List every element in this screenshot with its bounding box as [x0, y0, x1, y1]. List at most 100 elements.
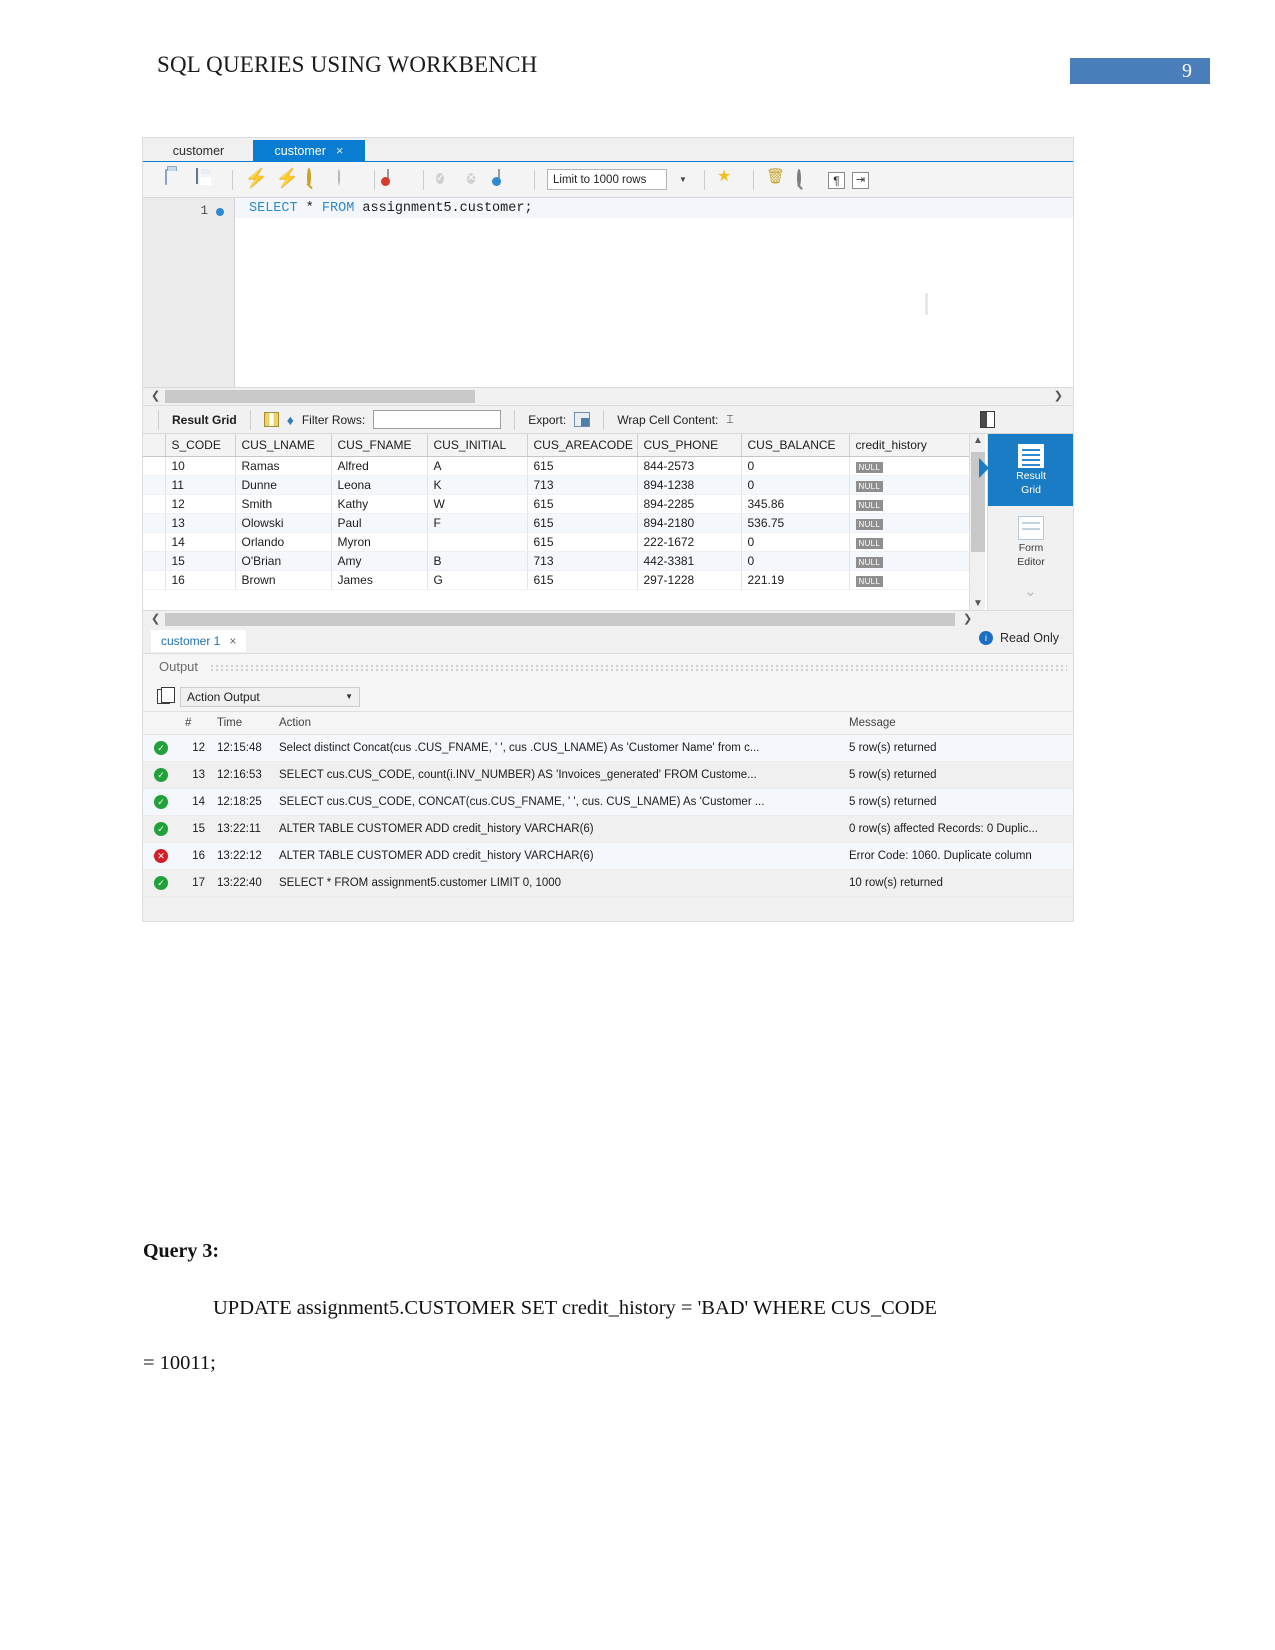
- sql-code-area[interactable]: SELECT * FROM assignment5.customer;: [235, 198, 1073, 387]
- cell-cus-areacode[interactable]: 713: [527, 475, 638, 495]
- col-header-cus-fname[interactable]: CUS_FNAME: [331, 434, 428, 457]
- cell-cus-code[interactable]: 16: [165, 570, 236, 590]
- cell-credit-history[interactable]: NULL: [849, 456, 978, 476]
- cell-cus-balance[interactable]: 0: [741, 532, 850, 552]
- scroll-right-icon[interactable]: ❯: [963, 612, 972, 625]
- table-row[interactable]: 10 Ramas Alfred A 615 844-2573 0 NULL: [143, 456, 978, 476]
- cell-cus-balance[interactable]: 221.19: [741, 570, 850, 590]
- cell-cus-code[interactable]: 11: [165, 475, 236, 495]
- cell-cus-lname[interactable]: Olowski: [235, 513, 332, 533]
- col-header-credit-history[interactable]: credit_history: [849, 434, 978, 457]
- editor-tab-customer-2[interactable]: customer ×: [253, 140, 365, 162]
- wrap-cell-icon[interactable]: ⌶: [726, 412, 733, 427]
- cell-cus-initial[interactable]: G: [427, 570, 528, 590]
- cell-cus-balance[interactable]: 536.75: [741, 513, 850, 533]
- col-header-cus-code[interactable]: S_CODE: [165, 434, 236, 457]
- beautify-star-icon[interactable]: ★: [717, 168, 741, 193]
- cell-cus-fname[interactable]: Leona: [331, 475, 428, 495]
- scroll-right-icon[interactable]: ❯: [1054, 389, 1063, 402]
- cell-credit-history[interactable]: NULL: [849, 513, 978, 533]
- scrollbar-thumb[interactable]: [165, 613, 955, 626]
- list-item[interactable]: ✓ 17 13:22:40 SELECT * FROM assignment5.…: [143, 869, 1073, 897]
- filter-icon[interactable]: ♦: [287, 412, 294, 428]
- explain-magnifier-icon[interactable]: [307, 167, 331, 192]
- open-folder-icon[interactable]: [165, 168, 189, 192]
- row-marker[interactable]: [143, 532, 166, 552]
- scroll-up-icon[interactable]: ▲: [973, 435, 983, 446]
- table-row[interactable]: 14 Orlando Myron 615 222-1672 0 NULL: [143, 532, 978, 552]
- cell-cus-fname[interactable]: Kathy: [331, 494, 428, 514]
- row-marker[interactable]: [143, 570, 166, 590]
- wrap-lines-icon[interactable]: ⇥: [852, 172, 869, 189]
- cell-cus-lname[interactable]: O'Brian: [235, 551, 332, 571]
- cell-credit-history[interactable]: NULL: [849, 475, 978, 495]
- save-icon[interactable]: [196, 167, 220, 192]
- cell-credit-history[interactable]: NULL: [849, 551, 978, 571]
- scroll-left-icon[interactable]: ❮: [151, 389, 160, 402]
- toggle-side-panel-icon[interactable]: [980, 411, 995, 428]
- cell-cus-lname[interactable]: Ramas: [235, 456, 332, 476]
- cell-cus-fname[interactable]: James: [331, 570, 428, 590]
- table-row[interactable]: 16 Brown James G 615 297-1228 221.19 NUL…: [143, 570, 978, 590]
- execute-bolt-icon[interactable]: ⚡: [245, 169, 269, 193]
- cell-credit-history[interactable]: NULL: [849, 570, 978, 590]
- chevron-down-icon[interactable]: ▼: [674, 169, 692, 190]
- cell-cus-fname[interactable]: Paul: [331, 513, 428, 533]
- editor-horizontal-scrollbar[interactable]: ❮ ❯: [143, 388, 1073, 406]
- toggle-schema-icon[interactable]: [387, 168, 411, 192]
- cell-cus-code[interactable]: 12: [165, 494, 236, 514]
- side-panel-form-editor[interactable]: Form Editor: [988, 506, 1073, 578]
- copy-icon[interactable]: [157, 687, 175, 704]
- row-marker[interactable]: [143, 513, 166, 533]
- cell-cus-lname[interactable]: Dunne: [235, 475, 332, 495]
- close-icon[interactable]: ×: [229, 630, 236, 652]
- rollback-icon[interactable]: ✕: [467, 168, 491, 192]
- cell-cus-areacode[interactable]: 713: [527, 551, 638, 571]
- row-marker[interactable]: [143, 456, 166, 476]
- chevron-down-icon[interactable]: ▼: [345, 692, 353, 701]
- cell-cus-initial[interactable]: [427, 532, 528, 552]
- col-header-cus-areacode[interactable]: CUS_AREACODE: [527, 434, 638, 457]
- close-icon[interactable]: ×: [336, 140, 344, 162]
- chevron-down-icon[interactable]: ⌄: [988, 582, 1073, 600]
- table-row[interactable]: 15 O'Brian Amy B 713 442-3381 0 NULL: [143, 551, 978, 571]
- output-type-select[interactable]: Action Output ▼: [180, 686, 360, 707]
- cell-cus-phone[interactable]: 894-2285: [637, 494, 742, 514]
- list-item[interactable]: ✓ 12 12:15:48 Select distinct Concat(cus…: [143, 734, 1073, 762]
- cell-cus-fname[interactable]: Myron: [331, 532, 428, 552]
- paragraph-icon[interactable]: ¶: [828, 172, 845, 189]
- export-icon[interactable]: [574, 412, 591, 427]
- cell-cus-fname[interactable]: Alfred: [331, 456, 428, 476]
- cell-cus-balance[interactable]: 0: [741, 456, 850, 476]
- find-icon[interactable]: [797, 168, 821, 192]
- col-header-cus-lname[interactable]: CUS_LNAME: [235, 434, 332, 457]
- clear-broom-icon[interactable]: 🗑: [766, 169, 790, 193]
- cell-cus-code[interactable]: 14: [165, 532, 236, 552]
- cell-cus-balance[interactable]: 0: [741, 475, 850, 495]
- row-marker[interactable]: [143, 494, 166, 514]
- col-header-cus-balance[interactable]: CUS_BALANCE: [741, 434, 850, 457]
- autocommit-icon[interactable]: [498, 168, 522, 192]
- cell-cus-fname[interactable]: Amy: [331, 551, 428, 571]
- cell-cus-lname[interactable]: Brown: [235, 570, 332, 590]
- col-header-cus-initial[interactable]: CUS_INITIAL: [427, 434, 528, 457]
- execute-current-statement-icon[interactable]: ⚡: [276, 169, 300, 193]
- cell-cus-lname[interactable]: Orlando: [235, 532, 332, 552]
- grid-columns-icon[interactable]: [263, 412, 279, 427]
- cell-cus-phone[interactable]: 222-1672: [637, 532, 742, 552]
- cell-cus-initial[interactable]: K: [427, 475, 528, 495]
- cell-cus-initial[interactable]: A: [427, 456, 528, 476]
- row-marker[interactable]: [143, 475, 166, 495]
- cell-cus-lname[interactable]: Smith: [235, 494, 332, 514]
- table-row[interactable]: 11 Dunne Leona K 713 894-1238 0 NULL: [143, 475, 978, 495]
- cell-cus-code[interactable]: 10: [165, 456, 236, 476]
- scroll-down-icon[interactable]: ▼: [973, 598, 983, 609]
- cell-cus-areacode[interactable]: 615: [527, 456, 638, 476]
- col-header-cus-phone[interactable]: CUS_PHONE: [637, 434, 742, 457]
- cell-credit-history[interactable]: NULL: [849, 532, 978, 552]
- cell-cus-phone[interactable]: 442-3381: [637, 551, 742, 571]
- row-marker[interactable]: [143, 551, 166, 571]
- scroll-left-icon[interactable]: ❮: [151, 612, 160, 625]
- cell-cus-phone[interactable]: 894-1238: [637, 475, 742, 495]
- cell-cus-initial[interactable]: F: [427, 513, 528, 533]
